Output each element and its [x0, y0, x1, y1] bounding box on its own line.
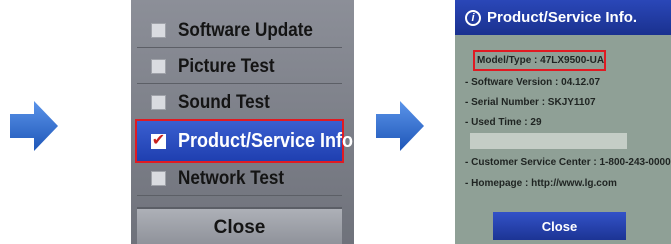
menu-item-network-test[interactable]: Network Test: [137, 162, 342, 196]
info-icon: i: [465, 9, 481, 26]
product-service-info-screen: i Product/Service Info. Model/Type : 47L…: [455, 0, 671, 244]
checkbox-icon[interactable]: [151, 95, 166, 110]
model-type: Model/Type : 47LX9500-UA: [477, 55, 605, 66]
info-title: Product/Service Info.: [487, 9, 638, 26]
checkbox-icon[interactable]: [151, 59, 166, 74]
close-button[interactable]: Close: [493, 212, 626, 240]
right-arrow-icon: [376, 101, 424, 151]
tv-service-menu: Software Update Picture Test Sound Test …: [131, 0, 354, 244]
menu-item-label: Picture Test: [178, 55, 275, 77]
close-button[interactable]: Close: [137, 207, 342, 244]
used-time: - Used Time : 29: [465, 117, 542, 128]
homepage: - Homepage : http://www.lg.com: [465, 178, 617, 189]
blank-field: [470, 133, 627, 149]
menu-item-software-update[interactable]: Software Update: [137, 14, 342, 48]
checkbox-icon[interactable]: [151, 23, 166, 38]
info-header: i Product/Service Info.: [455, 0, 671, 35]
checkbox-icon[interactable]: [151, 171, 166, 186]
menu-item-label: Product/Service Info.: [178, 129, 354, 152]
menu-item-label: Sound Test: [178, 91, 270, 113]
menu-item-product-service-info[interactable]: ✔ Product/Service Info.: [135, 119, 354, 163]
menu-item-label: Network Test: [178, 167, 285, 189]
customer-service-center: - Customer Service Center : 1-800-243-00…: [465, 157, 671, 168]
software-version: - Software Version : 04.12.07: [465, 77, 601, 88]
right-arrow-icon: [10, 101, 58, 151]
checkmark-icon[interactable]: ✔: [151, 133, 166, 149]
menu-item-sound-test[interactable]: Sound Test: [137, 86, 342, 120]
serial-number: - Serial Number : SKJY1107: [465, 97, 596, 108]
menu-item-label: Software Update: [178, 19, 313, 41]
menu-item-picture-test[interactable]: Picture Test: [137, 50, 342, 84]
